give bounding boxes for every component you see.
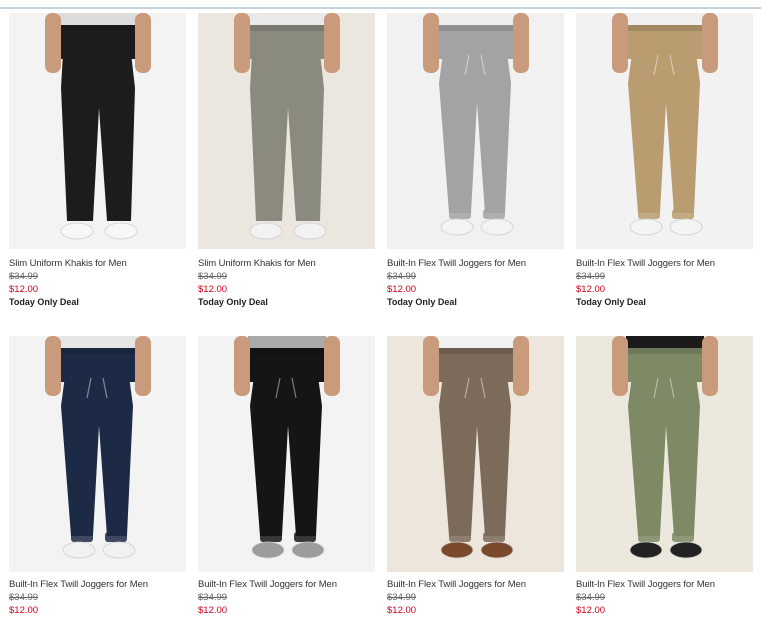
sale-price: $12.00 xyxy=(387,605,417,616)
product-image[interactable] xyxy=(387,13,564,249)
sale-price: $12.00 xyxy=(198,284,228,295)
original-price: $34.99 xyxy=(198,592,228,603)
product-title[interactable]: Built-In Flex Twill Joggers for Men xyxy=(387,258,577,269)
product-title[interactable]: Built-In Flex Twill Joggers for Men xyxy=(9,579,199,590)
sale-price: $12.00 xyxy=(198,605,228,616)
original-price: $34.99 xyxy=(198,271,228,282)
sale-price: $12.00 xyxy=(387,284,417,295)
product-image[interactable] xyxy=(9,336,186,572)
product-image[interactable] xyxy=(387,336,564,572)
product-image[interactable] xyxy=(576,13,753,249)
original-price: $34.99 xyxy=(9,592,39,603)
sale-price: $12.00 xyxy=(576,605,606,616)
sale-price: $12.00 xyxy=(576,284,606,295)
deal-badge: Today Only Deal xyxy=(576,297,646,307)
original-price: $34.99 xyxy=(387,271,417,282)
product-title[interactable]: Built-In Flex Twill Joggers for Men xyxy=(576,579,761,590)
sale-price: $12.00 xyxy=(9,284,39,295)
deal-badge: Today Only Deal xyxy=(387,297,457,307)
sale-price: $12.00 xyxy=(9,605,39,616)
product-image[interactable] xyxy=(9,13,186,249)
product-title[interactable]: Built-In Flex Twill Joggers for Men xyxy=(576,258,761,269)
product-image[interactable] xyxy=(198,336,375,572)
product-image[interactable] xyxy=(198,13,375,249)
deal-badge: Today Only Deal xyxy=(198,297,268,307)
product-grid: Slim Uniform Khakis for Men $34.99 $12.0… xyxy=(0,0,761,620)
product-image[interactable] xyxy=(576,336,753,572)
original-price: $34.99 xyxy=(576,271,606,282)
original-price: $34.99 xyxy=(387,592,417,603)
product-title[interactable]: Slim Uniform Khakis for Men xyxy=(198,258,388,269)
original-price: $34.99 xyxy=(576,592,606,603)
product-title[interactable]: Slim Uniform Khakis for Men xyxy=(9,258,199,269)
original-price: $34.99 xyxy=(9,271,39,282)
product-title[interactable]: Built-In Flex Twill Joggers for Men xyxy=(387,579,577,590)
deal-badge: Today Only Deal xyxy=(9,297,79,307)
product-title[interactable]: Built-In Flex Twill Joggers for Men xyxy=(198,579,388,590)
